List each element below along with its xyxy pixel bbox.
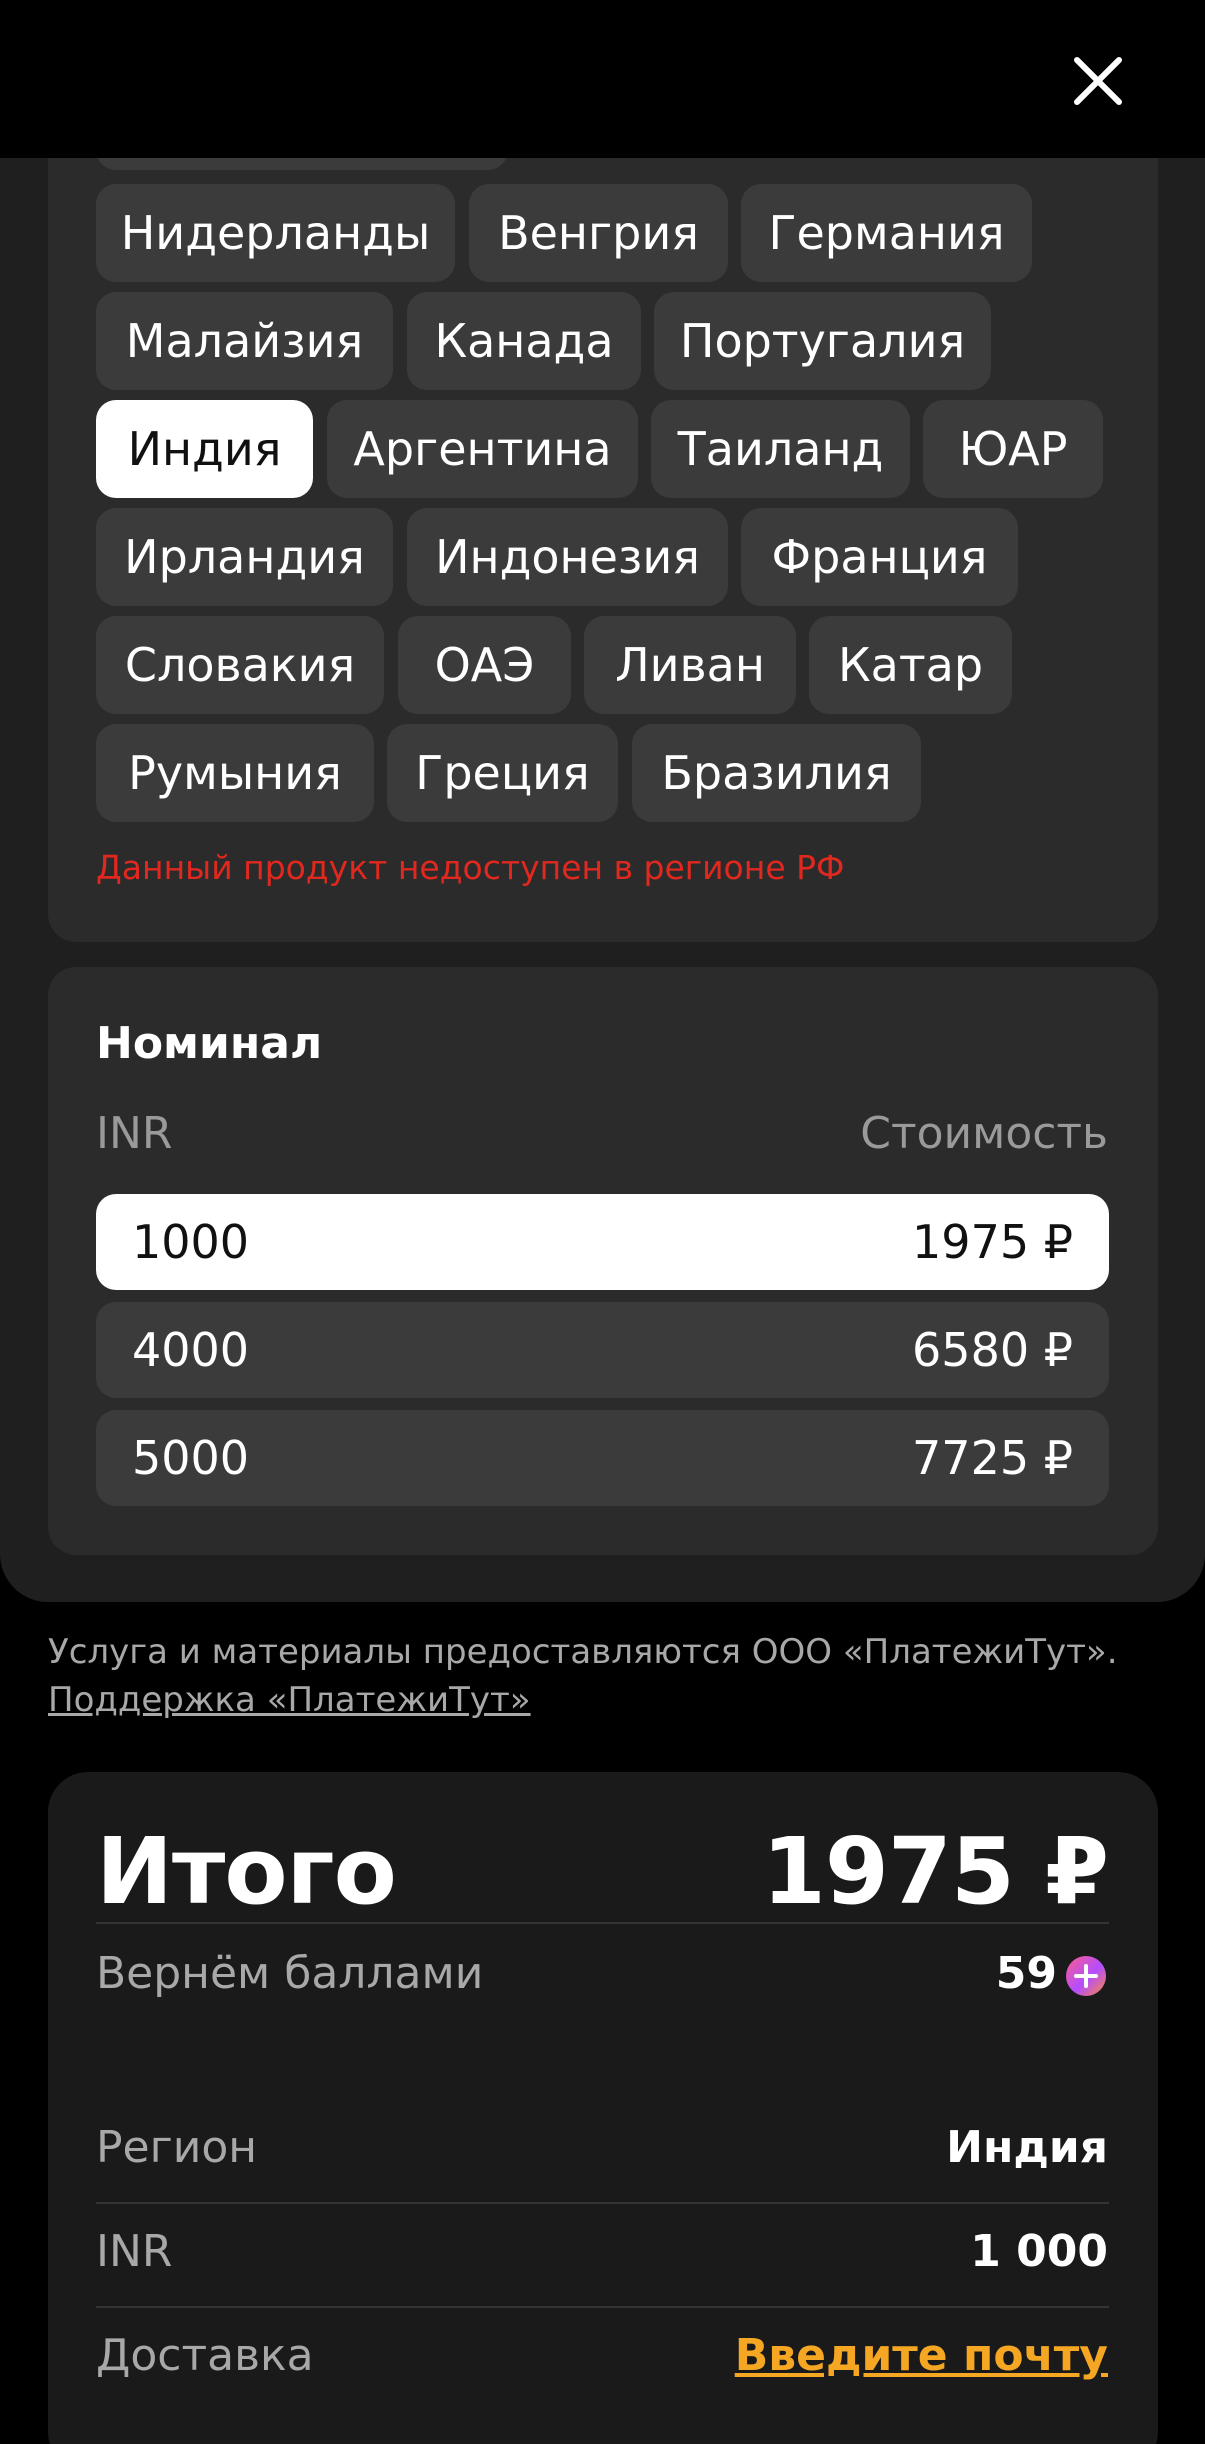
region-chip-selected[interactable]: Индия <box>96 400 313 498</box>
divider <box>96 2306 1109 2308</box>
region-chip[interactable]: ОАЭ <box>398 616 571 714</box>
region-chip[interactable]: Катар <box>809 616 1012 714</box>
region-chip[interactable]: Ирландия <box>96 508 393 606</box>
nominal-price: 1975 ₽ <box>912 1215 1073 1269</box>
top-bar <box>0 0 1205 158</box>
region-chip[interactable]: Португалия <box>654 292 991 390</box>
region-chip[interactable]: Ливан <box>584 616 796 714</box>
close-icon[interactable] <box>1063 46 1133 116</box>
cost-column-header: Стоимость <box>860 1108 1108 1159</box>
region-chip[interactable]: Малайзия <box>96 292 393 390</box>
plus-points-icon <box>1066 1956 1106 1996</box>
enter-email-link[interactable]: Введите почту <box>735 2330 1108 2381</box>
region-chip[interactable]: ЮАР <box>923 400 1103 498</box>
region-chip[interactable]: Венгрия <box>469 184 728 282</box>
region-chip[interactable]: Франция <box>741 508 1018 606</box>
cashback-label: Вернём баллами <box>96 1948 484 1999</box>
region-chip[interactable]: Греция <box>387 724 618 822</box>
region-chip[interactable]: Румыния <box>96 724 374 822</box>
support-link[interactable]: Поддержка «ПлатежиТут» <box>48 1676 531 1724</box>
legal-text: Услуга и материалы предоставляются ООО «… <box>48 1632 1118 1672</box>
region-chip[interactable]: Бразилия <box>632 724 921 822</box>
nominal-amount: 1000 <box>132 1215 250 1269</box>
currency-column-header: INR <box>96 1108 173 1159</box>
nominal-option[interactable]: 4000 6580 ₽ <box>96 1302 1109 1398</box>
legal-notice: Услуга и материалы предоставляются ООО «… <box>48 1628 1118 1724</box>
nominal-title: Номинал <box>96 1018 323 1069</box>
region-unavailable-warning: Данный продукт недоступен в регионе РФ <box>96 848 845 887</box>
delivery-label: Доставка <box>96 2330 314 2381</box>
region-chip[interactable]: Германия <box>741 184 1032 282</box>
currency-summary-value: 1 000 <box>970 2226 1108 2277</box>
divider <box>96 1922 1109 1924</box>
total-label: Итого <box>96 1818 397 1925</box>
region-chip[interactable]: Таиланд <box>651 400 910 498</box>
region-chip[interactable]: Канада <box>407 292 641 390</box>
nominal-option-selected[interactable]: 1000 1975 ₽ <box>96 1194 1109 1290</box>
cashback-value: 59 <box>995 1948 1057 1999</box>
region-chip[interactable]: Словакия <box>96 616 384 714</box>
nominal-price: 7725 ₽ <box>912 1431 1073 1485</box>
currency-summary-label: INR <box>96 2226 173 2277</box>
nominal-option[interactable]: 5000 7725 ₽ <box>96 1410 1109 1506</box>
divider <box>96 2202 1109 2204</box>
region-chip[interactable]: Нидерланды <box>96 184 455 282</box>
total-value: 1975 ₽ <box>761 1818 1109 1925</box>
nominal-price: 6580 ₽ <box>912 1323 1073 1377</box>
region-chip[interactable]: Аргентина <box>327 400 638 498</box>
nominal-amount: 5000 <box>132 1431 250 1485</box>
nominal-amount: 4000 <box>132 1323 250 1377</box>
region-summary-value: Индия <box>946 2122 1108 2173</box>
region-summary-label: Регион <box>96 2122 258 2173</box>
region-chip[interactable]: Индонезия <box>407 508 728 606</box>
